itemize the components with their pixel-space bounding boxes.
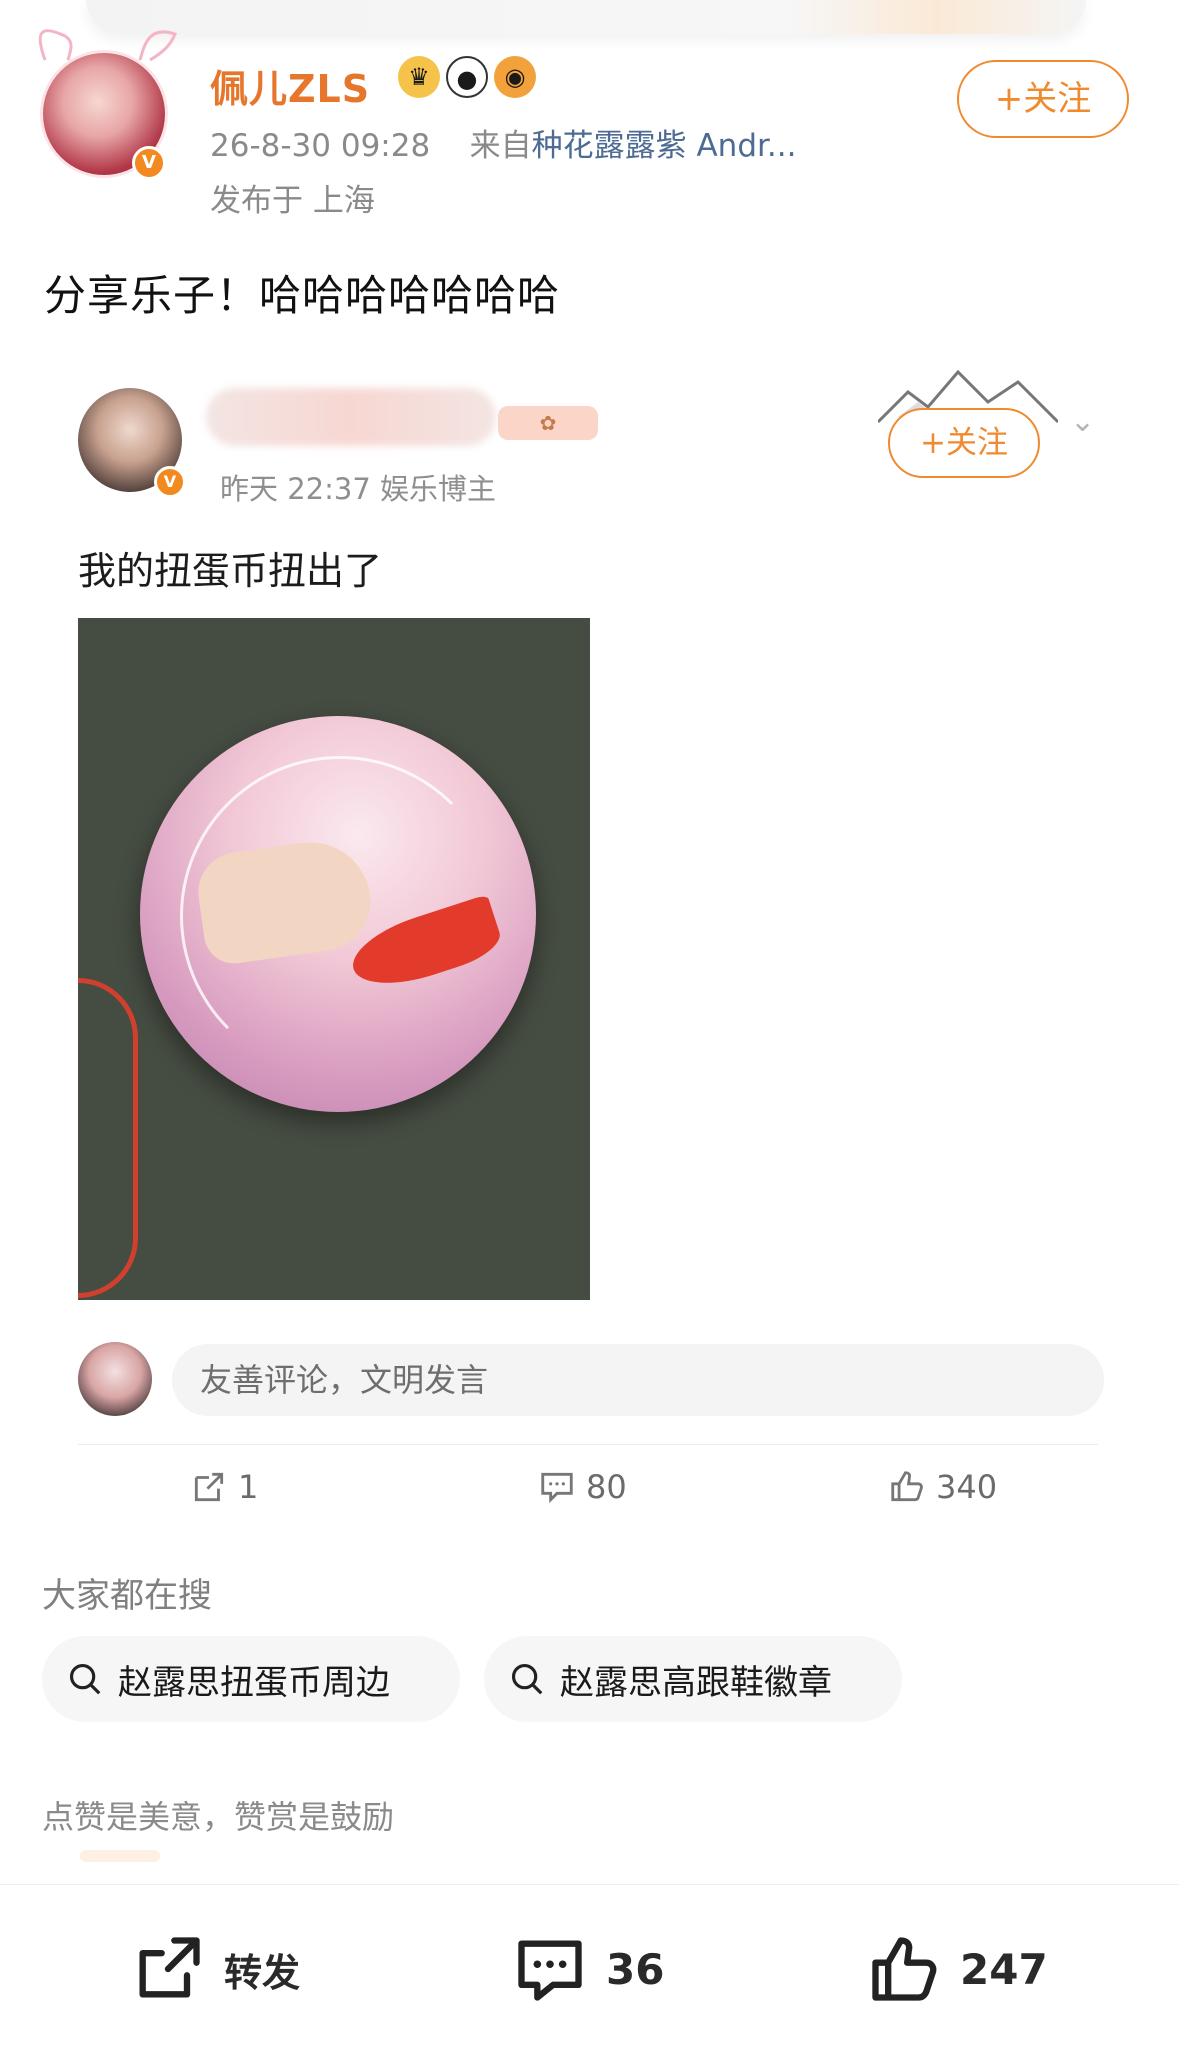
post-source-link[interactable]: 种花露露紫 Andr... [532,128,797,164]
original-post-text: 我的扭蛋币扭出了 [78,549,383,593]
post-timestamp: 26-8-30 09:28 [210,128,431,164]
post-image[interactable] [78,618,590,1300]
panda-badge-icon: ● [446,56,488,98]
post-text: 分享乐子！哈哈哈哈哈哈哈 [44,271,561,320]
bottom-action-bar: 转发 36 247 [0,1884,1179,2061]
my-avatar[interactable] [78,1342,152,1416]
forward-button[interactable]: 转发 [130,1931,300,2007]
comment-count: 36 [606,1944,665,1994]
original-author-avatar[interactable]: V [78,388,186,498]
forward-icon [139,1937,200,1998]
repost-share-count: 1 [238,1468,259,1506]
repost-like-button[interactable]: 340 [888,1468,997,1506]
repost-comment-count: 80 [586,1468,627,1506]
reposted-content[interactable]: V ✿ 昨天 22:37 娱乐博主 +关注 ⌄ 我的扭蛋币扭出了 友善评论，文明… [78,369,1104,1420]
search-chip[interactable]: 赵露思扭蛋币周边 [42,1636,460,1722]
search-icon [511,1663,543,1695]
search-chip[interactable]: 赵露思高跟鞋徽章 [484,1636,902,1722]
comment-icon [541,1472,573,1504]
crown-badge-icon: ♛ [398,56,440,98]
share-icon [194,1472,224,1502]
source-prefix: 来自 [469,128,532,164]
like-button[interactable]: 247 [866,1931,1048,2007]
trending-search-title: 大家都在搜 [42,1576,212,1616]
comment-button[interactable]: 36 [512,1931,664,2007]
author-badges: ♛ ● ◉ [398,56,536,98]
repost-action-row: 1 80 340 [0,1454,1179,1524]
original-author-name-blurred[interactable] [206,388,496,446]
author-avatar[interactable]: V [40,50,168,180]
like-count: 247 [960,1944,1048,1994]
top-banner [86,0,1086,34]
original-post-meta: 昨天 22:37 娱乐博主 [220,472,497,506]
thumbs-up-icon [891,1471,923,1502]
photo-badge [140,716,536,1112]
forward-label: 转发 [224,1950,301,1995]
thumbs-up-icon [872,1937,937,2001]
chevron-down-icon[interactable]: ⌄ [1070,404,1095,439]
comment-icon [518,1940,582,2001]
comment-input[interactable]: 友善评论，文明发言 [172,1344,1104,1416]
verified-badge: V [154,466,186,498]
divider [78,1444,1098,1445]
original-follow-button[interactable]: +关注 [888,408,1040,478]
post-meta: 26-8-30 09:28 来自种花露露紫 Andr... [210,120,796,165]
repost-comment-button[interactable]: 80 [538,1468,627,1506]
search-icon [69,1663,101,1695]
photo-red-stripe [78,978,138,1298]
verified-badge: V [132,146,166,180]
follow-button[interactable]: +关注 [957,60,1129,138]
photo-glare [180,756,500,1076]
repost-like-count: 340 [936,1468,998,1506]
comment-row: 友善评论，文明发言 [78,1342,1104,1420]
author-name[interactable]: 佩儿ZLS [210,58,370,113]
reward-title: 点赞是美意，赞赏是鼓励 [42,1798,395,1836]
original-author-badge-icon: ✿ [498,406,598,440]
repost-share-button[interactable]: 1 [190,1468,258,1506]
post-location: 发布于 上海 [210,183,375,219]
fish-badge-icon: ◉ [494,56,536,98]
search-chip-label: 赵露思高跟鞋徽章 [560,1662,832,1703]
weibo-post-page: V 佩儿ZLS ♛ ● ◉ 26-8-30 09:28 来自种花露露紫 Andr… [0,0,1179,2061]
reward-strip [80,1850,160,1862]
search-chip-label: 赵露思扭蛋币周边 [118,1662,390,1703]
